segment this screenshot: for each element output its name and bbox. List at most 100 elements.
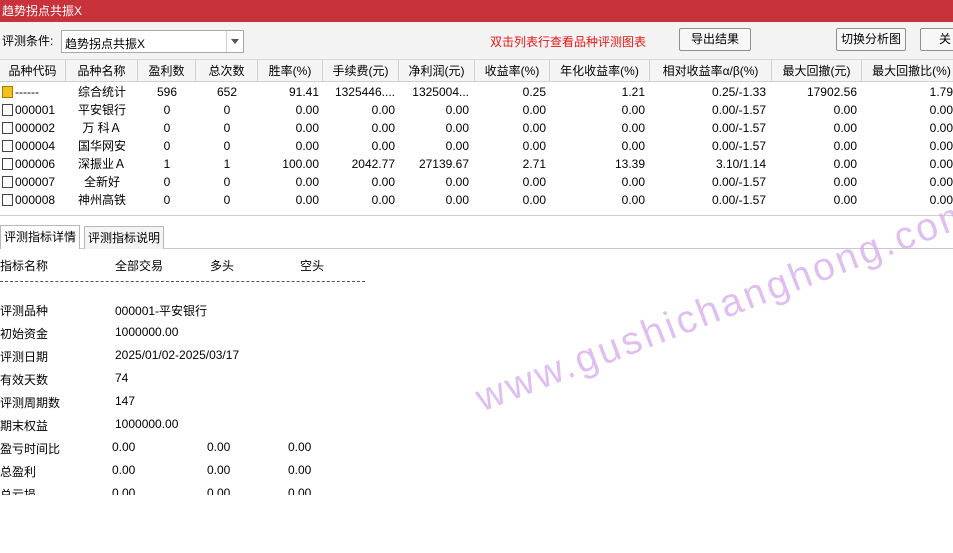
cell-winrate: 0.00	[295, 193, 319, 207]
detail-label: 初始资金	[0, 327, 49, 341]
detail-value-short: 0.00	[288, 463, 312, 477]
cell-wins: 0	[163, 139, 171, 153]
cell-code: 000001	[15, 103, 56, 117]
table-row[interactable]: 000004 国华网安 0 0 0.00 0.00 0.00 0.00 0.00 0.00/-1.…	[0, 137, 953, 155]
column-header[interactable]: 胜率(%)	[258, 60, 323, 82]
cell-maxdd: 0.00	[833, 121, 857, 135]
close-button[interactable]: 关	[920, 28, 953, 51]
column-header[interactable]: 手续费(元)	[323, 60, 399, 82]
cell-alpha: 0.00/-1.57	[711, 139, 766, 153]
detail-value: 74	[115, 371, 129, 385]
cell-name: 深振业Ａ	[77, 157, 126, 171]
detail-value-all: 0.00	[112, 486, 136, 495]
cell-winrate: 0.00	[295, 175, 319, 189]
cell-annual: 0.00	[621, 103, 645, 117]
table-row[interactable]: 000001 平安银行 0 0 0.00 0.00 0.00 0.00 0.00 0.00/-1.…	[0, 101, 953, 119]
cell-fee: 0.00	[371, 121, 395, 135]
cell-name: 全新好	[83, 175, 120, 189]
column-header[interactable]: 净利润(元)	[399, 60, 475, 82]
detail-tabs: 评测指标详情 评测指标说明	[0, 224, 953, 249]
document-icon	[2, 122, 13, 134]
condition-select[interactable]: 趋势拐点共振X	[61, 30, 244, 53]
detail-label: 盈亏时间比	[0, 442, 61, 456]
switch-chart-button[interactable]: 切换分析图	[836, 28, 906, 51]
cell-name: 国华网安	[77, 139, 126, 153]
table-row[interactable]: 000006 深振业Ａ 1 1 100.00 2042.77 27139.67 2.71 13.…	[0, 155, 953, 173]
cell-ret: 0.25	[522, 85, 546, 99]
document-icon	[2, 194, 13, 206]
cell-alpha: 0.00/-1.57	[711, 121, 766, 135]
cell-annual: 0.00	[621, 121, 645, 135]
column-header[interactable]: 相对收益率α/β(%)	[650, 60, 772, 82]
cell-code: 000008	[15, 193, 56, 207]
detail-label: 评测品种	[0, 304, 49, 318]
cell-total: 0	[223, 139, 231, 153]
cell-profit: 0.00	[445, 103, 469, 117]
column-header[interactable]: 品种名称	[66, 60, 138, 82]
cell-wins: 0	[163, 175, 171, 189]
details-header-name: 指标名称	[0, 259, 49, 273]
column-header[interactable]: 最大回撤比(%)	[862, 60, 953, 82]
cell-profit: 0.00	[445, 139, 469, 153]
cell-maxddr: 0.00	[929, 121, 953, 135]
detail-label: 期末权益	[0, 419, 49, 433]
export-button[interactable]: 导出结果	[679, 28, 751, 51]
column-header[interactable]: 品种代码	[0, 60, 66, 82]
detail-value: 1000000.00	[115, 417, 179, 431]
table-row[interactable]: ------ 综合统计 596 652 91.41 1325446.... 1325004.…	[0, 83, 953, 101]
tab-indicator-details[interactable]: 评测指标详情	[0, 225, 81, 249]
cell-maxdd: 0.00	[833, 157, 857, 171]
cell-maxdd: 0.00	[833, 193, 857, 207]
document-icon	[2, 176, 13, 188]
detail-value-short: 0.00	[288, 486, 312, 495]
detail-value-long: 0.00	[207, 440, 231, 454]
cell-maxddr: 0.00	[929, 157, 953, 171]
cell-winrate: 0.00	[295, 121, 319, 135]
table-row[interactable]: 000007 全新好 0 0 0.00 0.00 0.00 0.00 0.00 0.00/-1.5…	[0, 173, 953, 191]
cell-annual: 0.00	[621, 175, 645, 189]
cell-wins: 0	[163, 193, 171, 207]
cell-maxddr: 1.79	[929, 85, 953, 99]
document-icon	[2, 140, 13, 152]
detail-label: 评测日期	[0, 350, 49, 364]
cell-annual: 13.39	[614, 157, 645, 171]
column-header[interactable]: 总次数	[196, 60, 258, 82]
cell-fee: 0.00	[371, 103, 395, 117]
results-table[interactable]: 品种代码 品种名称 盈利数 总次数 胜率(%) 手续费(元) 净利润(元) 收益…	[0, 60, 953, 216]
condition-label: 评测条件:	[2, 34, 54, 48]
cell-wins: 0	[163, 121, 171, 135]
cell-code: ------	[15, 85, 39, 99]
toolbar: 评测条件: 趋势拐点共振X 双击列表行查看品种评测图表 导出结果 切换分析图 关	[0, 22, 953, 60]
details-header-short: 空头	[300, 259, 325, 273]
table-row[interactable]: 000008 神州高铁 0 0 0.00 0.00 0.00 0.00 0.00 0.00/-1.…	[0, 191, 953, 209]
cell-ret: 0.00	[522, 193, 546, 207]
tab-indicator-description[interactable]: 评测指标说明	[84, 226, 165, 249]
cell-annual: 1.21	[621, 85, 645, 99]
divider	[0, 281, 365, 282]
cell-alpha: 0.00/-1.57	[711, 193, 766, 207]
table-header: 品种代码 品种名称 盈利数 总次数 胜率(%) 手续费(元) 净利润(元) 收益…	[0, 60, 953, 82]
cell-winrate: 0.00	[295, 103, 319, 117]
cell-maxddr: 0.00	[929, 139, 953, 153]
detail-value-long: 0.00	[207, 486, 231, 495]
cell-code: 000006	[15, 157, 56, 171]
hint-text: 双击列表行查看品种评测图表	[490, 35, 647, 49]
cell-wins: 596	[156, 85, 178, 99]
cell-maxdd: 17902.56	[806, 85, 857, 99]
document-icon	[2, 104, 13, 116]
cell-profit: 27139.67	[418, 157, 469, 171]
cell-name: 平安银行	[77, 103, 126, 117]
cell-total: 0	[223, 193, 231, 207]
cell-winrate: 0.00	[295, 139, 319, 153]
details-header-all: 全部交易	[115, 259, 164, 273]
table-row[interactable]: 000002 万 科Ａ 0 0 0.00 0.00 0.00 0.00 0.00 0.00/-1.…	[0, 119, 953, 137]
column-header[interactable]: 收益率(%)	[475, 60, 550, 82]
cell-fee: 1325446....	[334, 85, 395, 99]
column-header[interactable]: 盈利数	[138, 60, 196, 82]
chevron-down-icon[interactable]	[226, 31, 243, 52]
column-header[interactable]: 最大回撤(元)	[772, 60, 862, 82]
detail-value-long: 0.00	[207, 463, 231, 477]
cell-total: 0	[223, 121, 231, 135]
column-header[interactable]: 年化收益率(%)	[550, 60, 650, 82]
condition-value: 趋势拐点共振X	[65, 37, 146, 51]
